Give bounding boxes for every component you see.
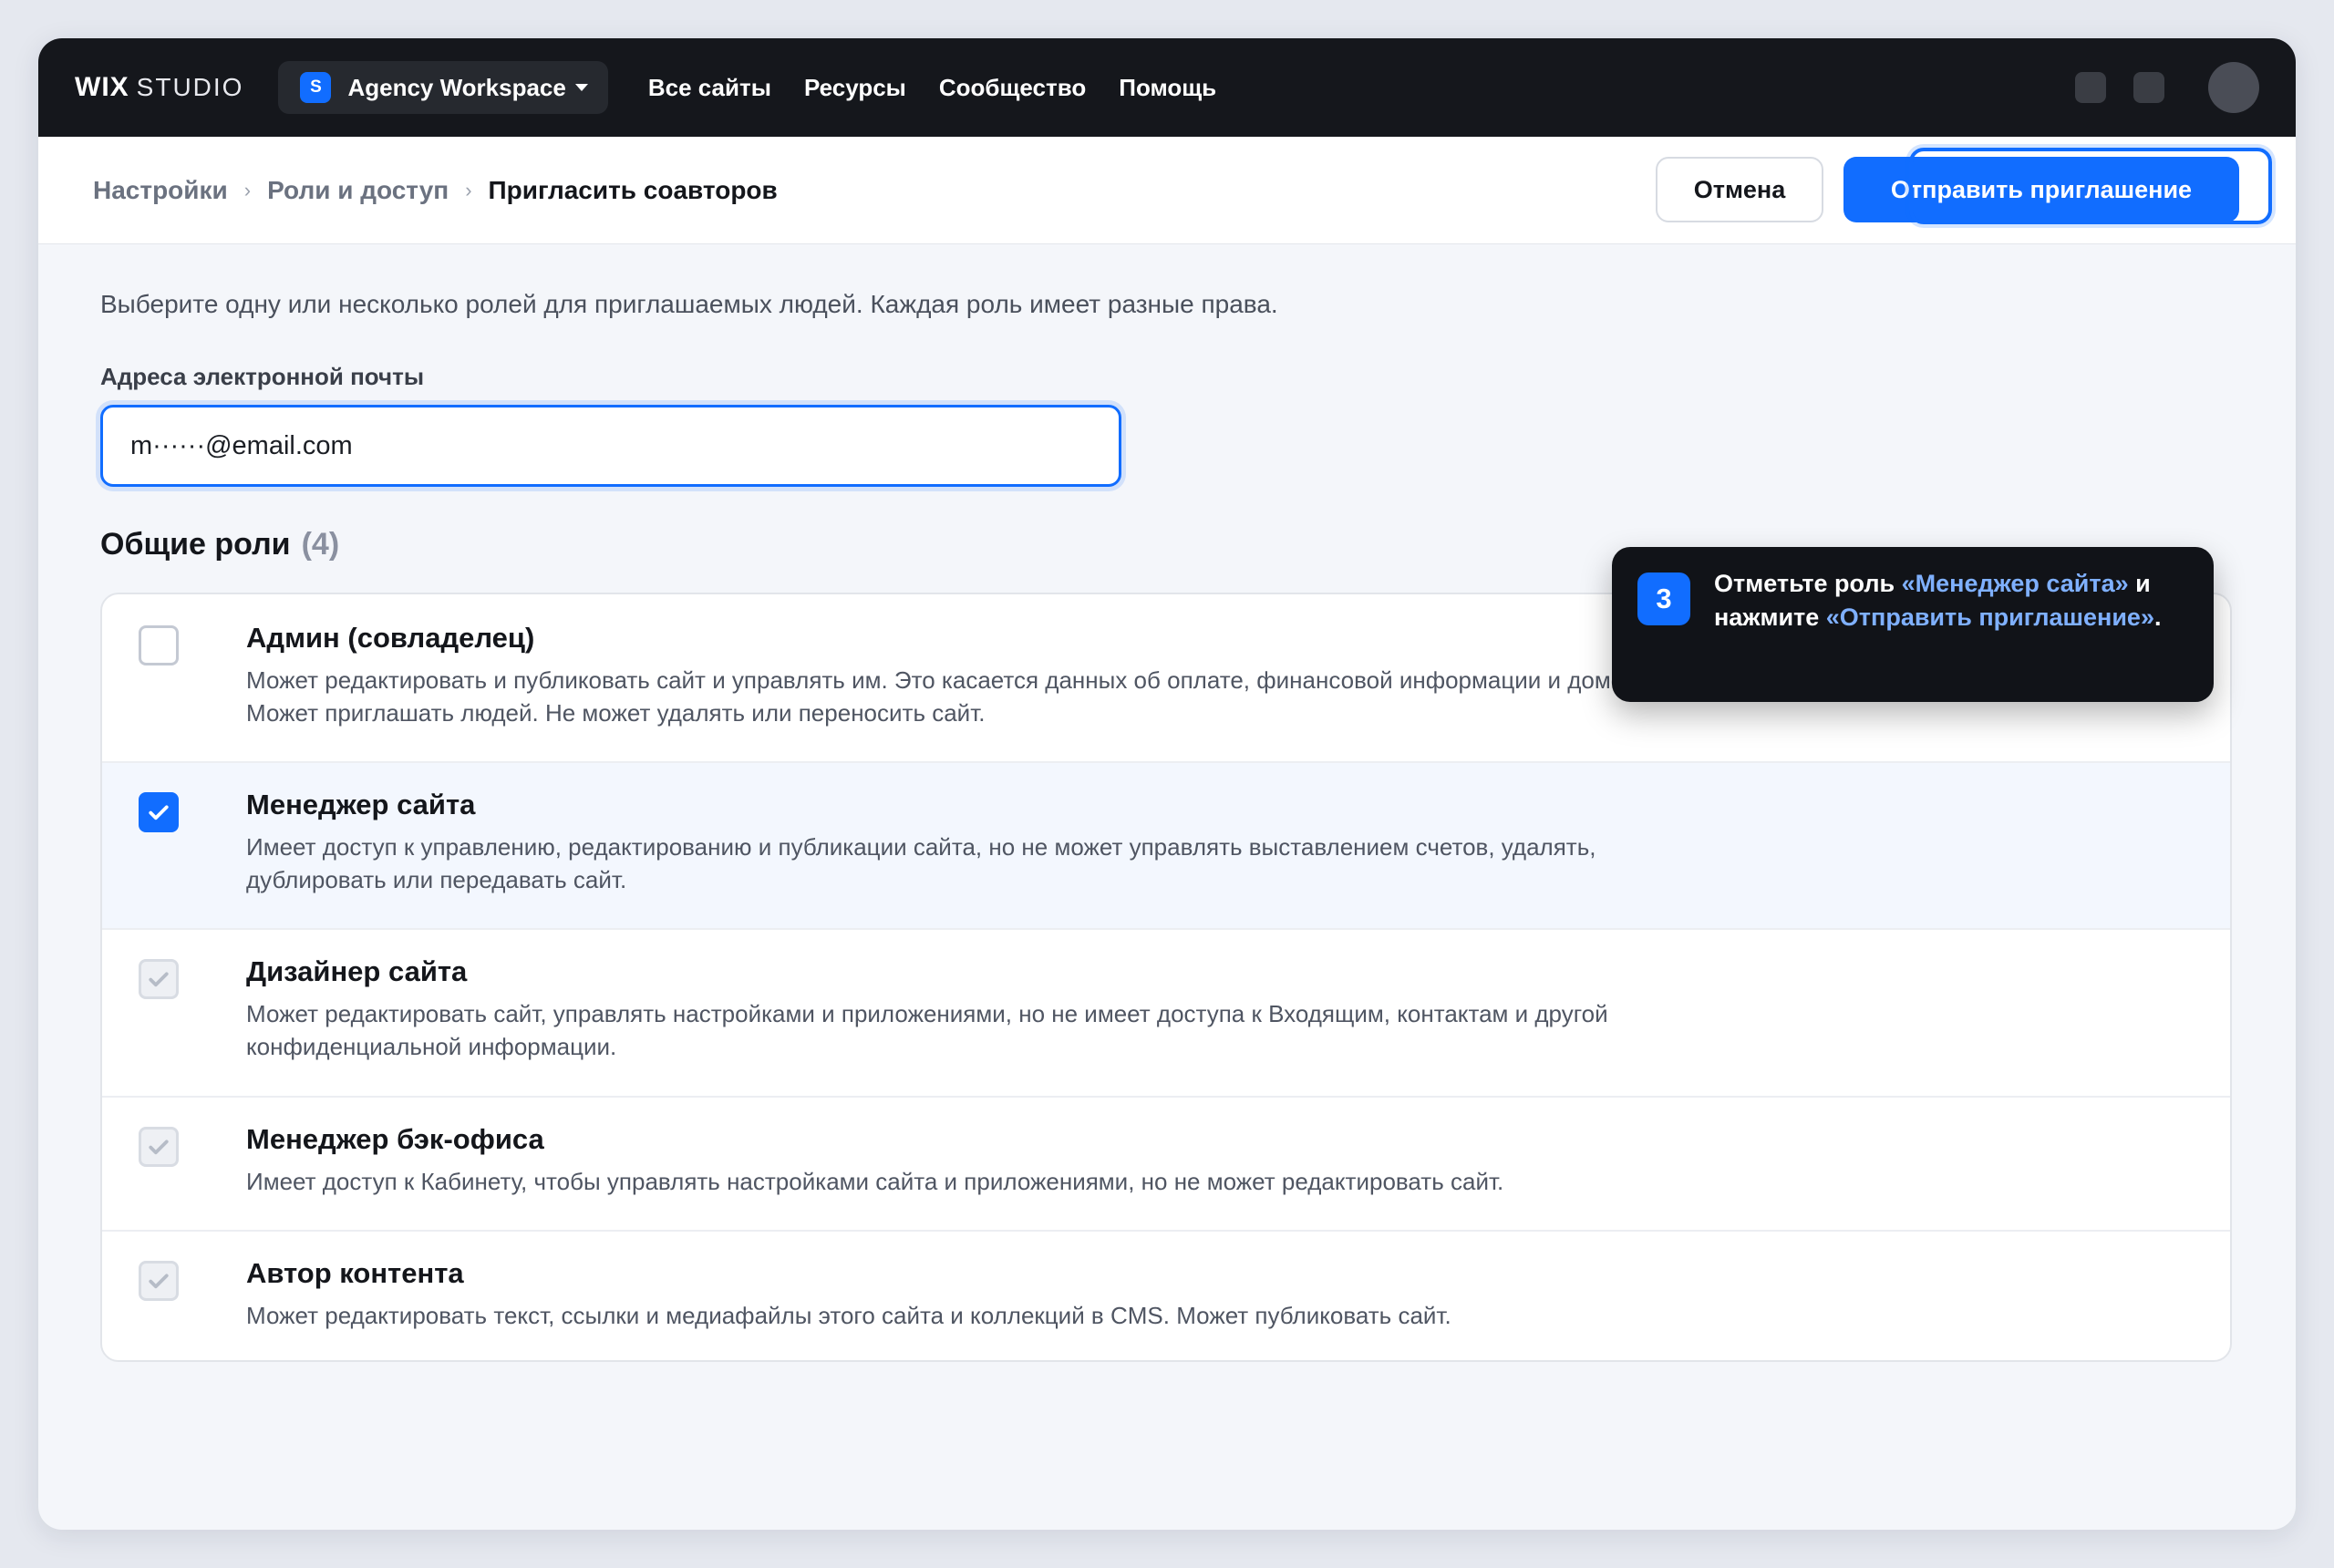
breadcrumb-separator-icon: › <box>243 178 252 201</box>
roles-title: Общие роли <box>100 527 291 562</box>
role-description: Может редактировать сайт, управлять наст… <box>246 1000 1608 1060</box>
role-row-content-author[interactable]: Автор контента Может редактировать текст… <box>102 1232 2230 1360</box>
role-name: Автор контента <box>246 1257 464 1289</box>
roles-heading: Общие роли (4) <box>100 527 339 562</box>
workspace-name: Agency Workspace <box>347 73 566 101</box>
role-checkbox-content-author[interactable] <box>139 1261 179 1301</box>
apps-icon[interactable] <box>2133 72 2164 103</box>
breadcrumb-separator-icon: › <box>465 178 472 201</box>
email-label: Адреса электронной почты <box>100 363 425 390</box>
check-icon <box>149 972 169 987</box>
chevron-down-icon <box>574 84 588 91</box>
tooltip-text-part: Отметьте роль <box>1714 570 1902 597</box>
role-row-site-manager[interactable]: Менеджер сайта Имеет доступ к управлению… <box>102 763 2230 930</box>
check-icon <box>149 805 169 820</box>
role-name: Менеджер сайта <box>246 789 476 820</box>
role-row-site-designer[interactable]: Дизайнер сайта Может редактировать сайт,… <box>102 930 2230 1098</box>
logo-wix-text: WIX <box>75 72 129 102</box>
tooltip-highlight-role: «Менеджер сайта» <box>1901 570 2129 597</box>
breadcrumb-settings[interactable]: Настройки <box>93 176 228 205</box>
intro-text: Выберите одну или несколько ролей для пр… <box>100 290 1278 318</box>
role-checkbox-site-designer[interactable] <box>139 959 179 999</box>
role-name: Дизайнер сайта <box>246 955 468 987</box>
cancel-button[interactable]: Отмена <box>1656 157 1823 222</box>
role-description: Может редактировать и публиковать сайт и… <box>246 666 1670 727</box>
role-name: Менеджер бэк-офиса <box>246 1123 544 1155</box>
topbar-right <box>2075 38 2259 137</box>
role-description: Имеет доступ к управлению, редактировани… <box>246 833 1596 893</box>
workspace-switcher[interactable]: S Agency Workspace <box>278 61 608 114</box>
send-invite-button[interactable]: Отправить приглашение <box>1843 157 2239 222</box>
check-icon <box>149 1274 169 1289</box>
page-title: Пригласить соавторов <box>488 175 778 204</box>
step-number-badge: 3 <box>1637 573 1690 625</box>
role-description: Имеет доступ к Кабинету, чтобы управлять… <box>246 1168 1504 1195</box>
role-checkbox-site-manager[interactable] <box>139 792 179 832</box>
top-nav: Все сайты Ресурсы Сообщество Помощь <box>648 74 1216 102</box>
breadcrumb: Настройки › Роли и доступ › Пригласить с… <box>93 176 778 205</box>
logo-studio-text: STUDIO <box>136 73 244 101</box>
tooltip-text-part: . <box>2153 603 2162 631</box>
nav-resources[interactable]: Ресурсы <box>804 74 906 102</box>
role-description: Может редактировать текст, ссылки и меди… <box>246 1302 1451 1329</box>
role-checkbox-backoffice-manager[interactable] <box>139 1127 179 1167</box>
send-invite-area: Отправить приглашение <box>1843 148 2272 232</box>
notifications-icon[interactable] <box>2075 72 2106 103</box>
tooltip-text: Отметьте роль «Менеджер сайта» и нажмите… <box>1714 567 2188 634</box>
email-field[interactable]: m······@email.com <box>100 405 1121 487</box>
workspace-badge: S <box>300 72 332 103</box>
email-value: m······@email.com <box>130 430 353 460</box>
nav-help[interactable]: Помощь <box>1119 74 1216 102</box>
roles-count: (4) <box>301 527 340 562</box>
page-header: Настройки › Роли и доступ › Пригласить с… <box>38 137 2296 244</box>
roles-list: Админ (совладелец) Может редактировать и… <box>100 593 2232 1362</box>
wix-studio-logo[interactable]: WIX STUDIO <box>75 72 243 103</box>
app-window: WIX STUDIO S Agency Workspace Все сайты … <box>38 38 2296 1530</box>
tooltip-highlight-button: «Отправить приглашение» <box>1825 603 2154 631</box>
breadcrumb-roles-access[interactable]: Роли и доступ <box>267 176 449 205</box>
nav-all-sites[interactable]: Все сайты <box>648 74 771 102</box>
avatar[interactable] <box>2208 62 2259 113</box>
role-name: Админ (совладелец) <box>246 622 535 654</box>
role-row-backoffice-manager[interactable]: Менеджер бэк-офиса Имеет доступ к Кабине… <box>102 1098 2230 1232</box>
step-tooltip: 3 Отметьте роль «Менеджер сайта» и нажми… <box>1612 547 2214 702</box>
top-bar: WIX STUDIO S Agency Workspace Все сайты … <box>38 38 2296 137</box>
role-checkbox-admin[interactable] <box>139 625 179 665</box>
check-icon <box>149 1140 169 1155</box>
nav-community[interactable]: Сообщество <box>939 74 1086 102</box>
